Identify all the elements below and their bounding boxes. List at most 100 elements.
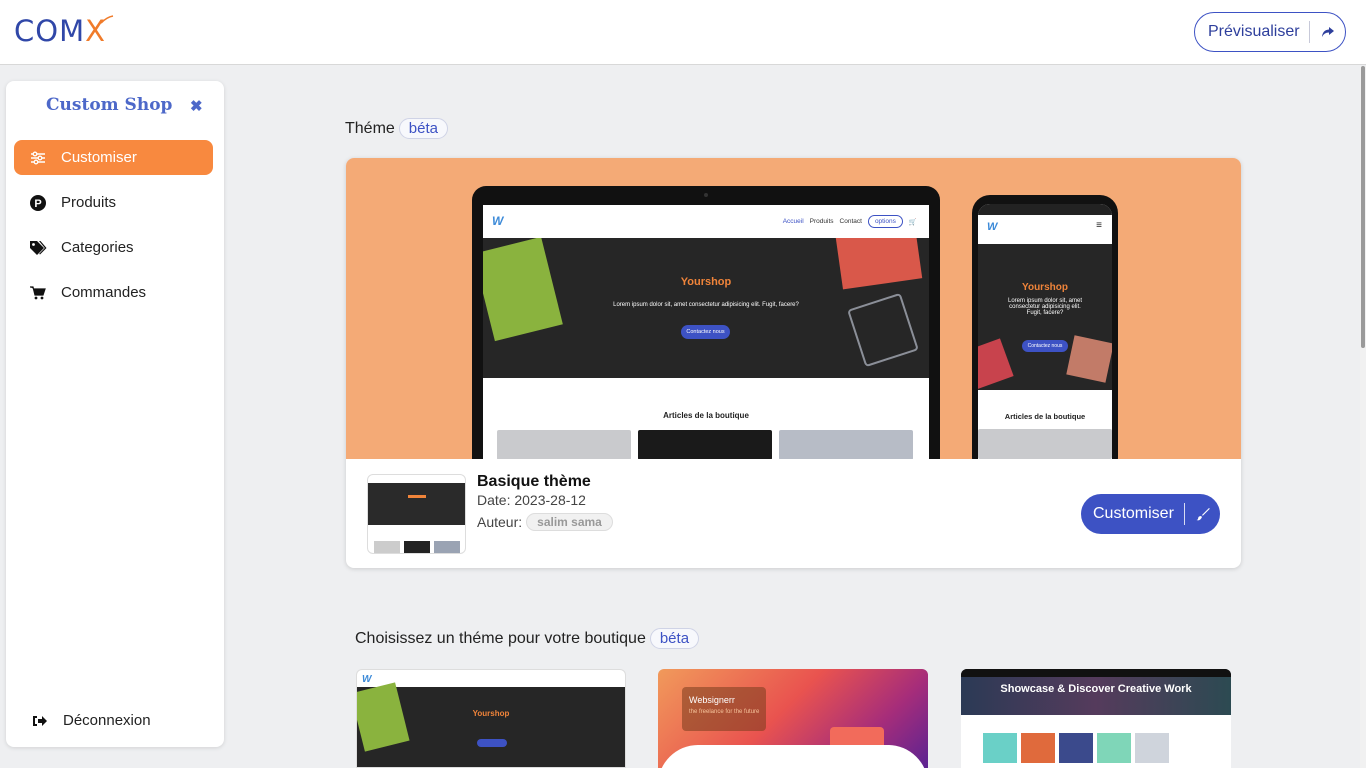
mock-options-button: options [867,215,903,228]
laptop-camera [704,193,708,197]
green-bag-image [483,238,563,342]
customise-button[interactable]: Customiser [1081,494,1220,534]
phone-status-bar [978,204,1112,215]
gallery-thumb [983,733,1017,763]
preview-button[interactable]: Prévisualiser [1194,12,1346,52]
sidebar-item-label: Customiser [61,149,137,166]
current-theme-card: W Accueil Produits Contact options 🛒 You… [346,158,1241,568]
theme-option-hero: Yourshop [357,682,625,767]
phone-mockup: W ≡ Yourshop Lorem ipsum dolor sit, amet… [972,195,1118,459]
beta-badge: béta [649,628,700,649]
mock-logo-icon: W [987,221,998,233]
svg-text:P: P [34,198,41,210]
phone-navbar: W ≡ [978,215,1112,243]
theme-option-topbar [961,669,1231,677]
mock-hero-text: Lorem ipsum dolor sit, amet consectetur … [1007,298,1083,316]
thumbnail-title-mark [408,495,426,498]
sidebar-item-categories[interactable]: Categories [14,230,213,265]
current-theme-label: Théme [345,119,395,137]
mock-nav-link: Contact [839,218,862,225]
mock-hero-button [477,739,507,747]
beta-badge: béta [398,118,448,139]
mock-navbar: W Accueil Produits Contact options 🛒 [483,205,929,238]
phone-screen: W ≡ Yourshop Lorem ipsum dolor sit, amet… [978,204,1112,459]
thumbnail-hero [368,483,465,525]
gallery-thumb [1021,733,1055,763]
mock-product-image [779,430,913,459]
gallery-thumb [1097,733,1131,763]
hamburger-menu-icon: ≡ [1096,220,1102,231]
mock-hero-text: Lorem ipsum dolor sit, amet consectetur … [613,302,799,308]
sidebar-item-produits[interactable]: P Produits [14,185,213,220]
close-icon[interactable]: ✖ [190,97,203,115]
gallery-thumb [1059,733,1093,763]
theme-option-body [961,715,1231,768]
mock-articles-title: Articles de la boutique [663,411,749,420]
sidebar-item-label: Commandes [61,284,147,301]
theme-info: Basique thème Date: 2023-28-12 Auteur: s… [346,459,1241,568]
mock-product-image [978,429,1112,459]
logo-text: COM [14,14,86,48]
cart-icon [14,285,61,300]
gallery-header: Choisissez un théme pour votre boutique … [355,628,700,649]
theme-thumbnail[interactable] [367,474,466,554]
theme-author: Auteur: salim sama [477,513,613,531]
mock-articles-title: Articles de la boutique [1004,412,1086,421]
author-badge: salim sama [526,513,613,531]
red-bag-image [1066,335,1112,383]
page-scrollbar-thumb[interactable] [1361,66,1365,348]
mock-nav-link: Accueil [782,218,804,225]
laptop-mockup: W Accueil Produits Contact options 🛒 You… [472,186,940,459]
preview-button-label: Prévisualiser [1208,23,1300,40]
mock-nav-links: Accueil Produits Contact options 🛒 [783,215,917,228]
mock-hero-button: Contactez nous [681,325,730,339]
theme-option-wave [658,745,928,768]
sidebar-item-label: Categories [61,239,134,256]
sidebar-title: Custom Shop [46,95,173,115]
theme-option-title: Websignerr [689,695,735,705]
product-p-icon: P [14,194,61,211]
laptop-screen: W Accueil Produits Contact options 🛒 You… [483,205,929,459]
mock-hero-button: Contactez nous [1022,340,1068,352]
theme-option-banner: Websignerr the freelance for the future [682,687,766,731]
mock-product-image [497,430,631,459]
mock-hero-title: Yourshop [680,276,732,288]
paintbrush-icon [1185,507,1220,521]
theme-option-basique[interactable]: W Yourshop [356,669,626,768]
phone-hero: Yourshop Lorem ipsum dolor sit, amet con… [978,244,1112,390]
theme-option-title: Yourshop [472,709,510,718]
theme-option-subtitle: the freelance for the future [689,709,760,715]
sidebar-item-label: Produits [61,194,117,211]
author-label: Auteur: [477,514,523,530]
theme-date: Date: 2023-28-12 [477,492,586,508]
mock-product-image [638,430,772,459]
gallery-label: Choisissez un théme pour votre boutique [355,629,646,647]
mock-hero: Yourshop Lorem ipsum dolor sit, amet con… [483,238,929,378]
thumbnail-product [404,541,430,553]
sidebar-item-commandes[interactable]: Commandes [14,275,213,310]
theme-option-title: Showcase & Discover Creative Work [1000,683,1192,695]
thumbnail-product [434,541,460,553]
mock-nav-link: Produits [809,218,834,225]
mock-logo-icon: W [492,214,504,228]
theme-preview-hero: W Accueil Produits Contact options 🛒 You… [346,158,1241,459]
tags-icon [14,240,61,256]
theme-option-showcase[interactable]: Showcase & Discover Creative Work [961,669,1231,768]
share-arrow-icon [1310,26,1345,38]
sidebar: Custom Shop ✖ Customiser P Produits Cate… [6,81,224,747]
logo-swoosh-icon [100,15,114,24]
customise-button-divider [1184,503,1185,525]
customise-button-label: Customiser [1093,505,1174,522]
logout-label: Déconnexion [63,712,151,729]
top-bar: COMX Prévisualiser [0,0,1366,65]
logout-button[interactable]: Déconnexion [16,703,215,738]
red-bag-image [978,338,1014,390]
logout-icon [16,714,63,728]
mock-hero-title: Yourshop [1022,282,1068,293]
comx-logo[interactable]: COMX [14,14,114,48]
current-theme-header: Théme béta [345,118,448,139]
thumbnail-product [374,541,400,553]
sidebar-item-customiser[interactable]: Customiser [14,140,213,175]
sliders-icon [14,151,61,165]
theme-option-websignerr[interactable]: Websignerr the freelance for the future [658,669,928,768]
